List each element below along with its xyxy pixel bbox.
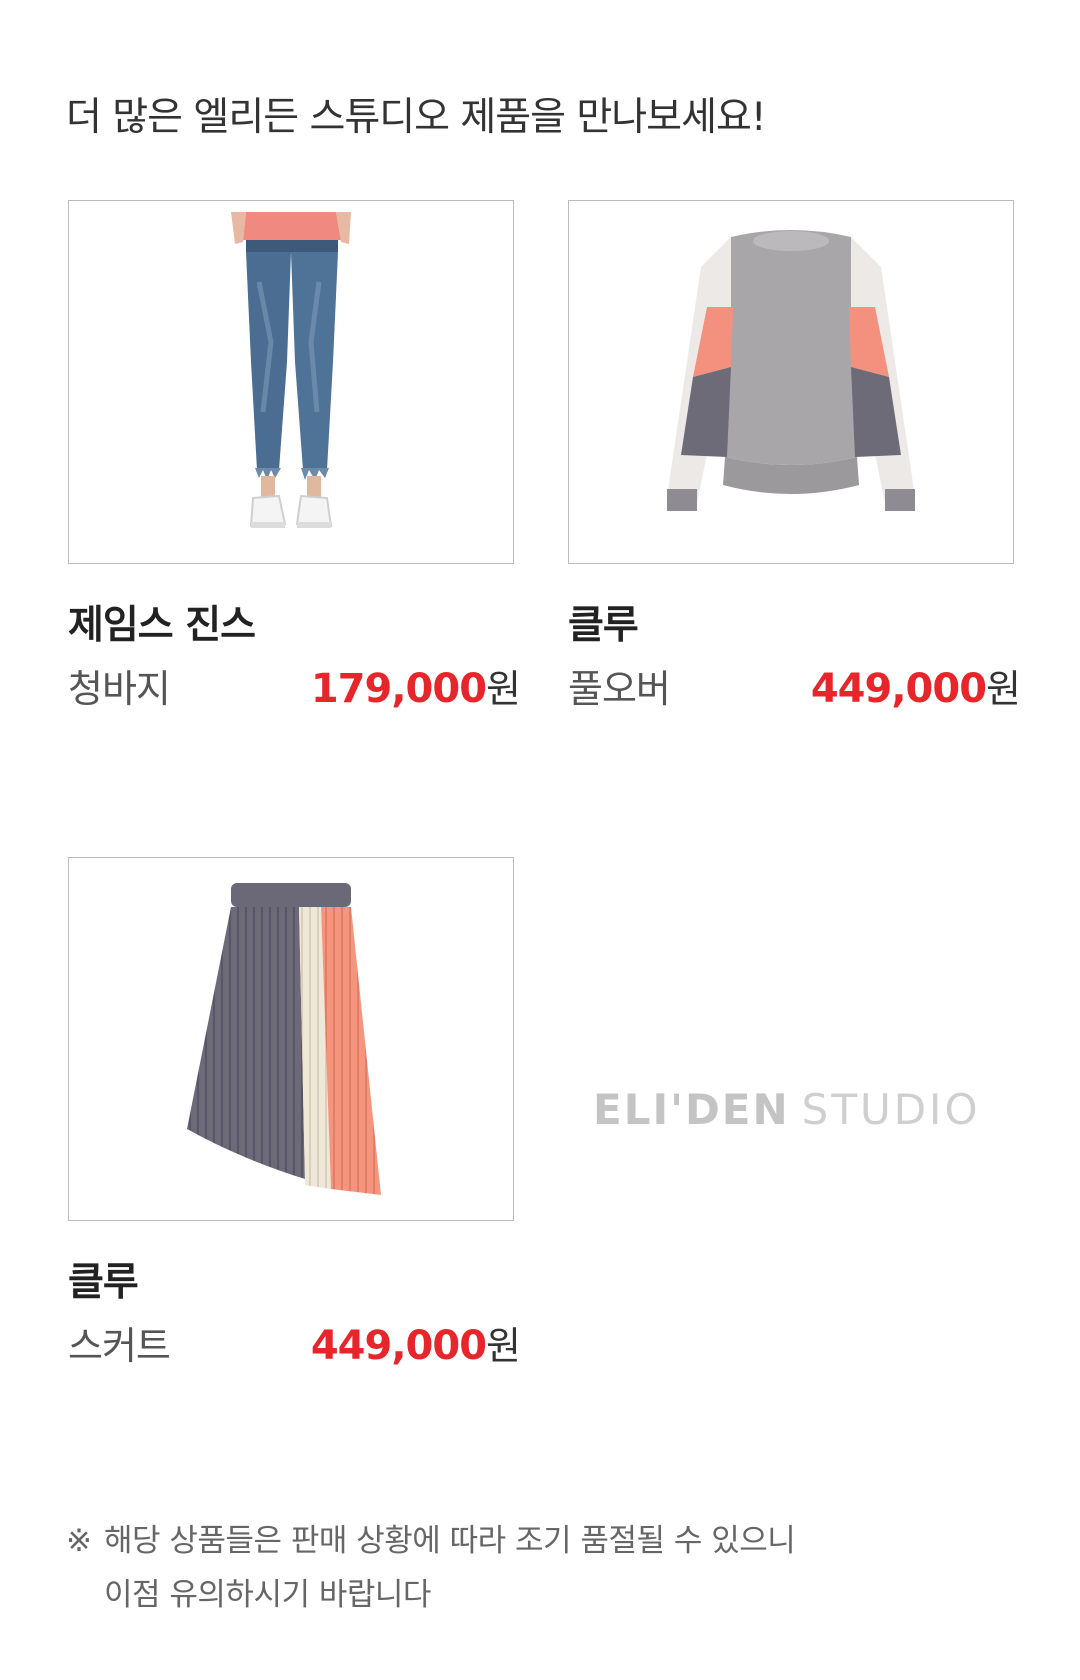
product-meta: 청바지 179,000원 bbox=[68, 658, 521, 713]
product-image-frame[interactable] bbox=[568, 200, 1014, 564]
price-currency: 원 bbox=[986, 667, 1021, 711]
product-meta: 스커트 449,000원 bbox=[68, 1315, 521, 1370]
product-recommendation-page: 더 많은 엘리든 스튜디오 제품을 만나보세요! 제임스 진스 청바지 179,… bbox=[0, 0, 1080, 1680]
product-category: 풀오버 bbox=[568, 667, 671, 711]
product-price: 449,000원 bbox=[810, 658, 1021, 713]
brand-logo: ELI'DEN STUDIO bbox=[593, 1085, 981, 1134]
product-price: 179,000원 bbox=[310, 658, 521, 713]
product-meta: 풀오버 449,000원 bbox=[568, 658, 1021, 713]
notice-indent bbox=[66, 1568, 104, 1622]
section-heading: 더 많은 엘리든 스튜디오 제품을 만나보세요! bbox=[66, 95, 766, 140]
notice-line: ※ 해당 상품들은 판매 상황에 따라 조기 품절될 수 있으니 bbox=[66, 1514, 796, 1568]
notice-line: 이점 유의하시기 바랍니다 bbox=[66, 1568, 795, 1622]
product-category: 스커트 bbox=[68, 1324, 171, 1368]
product-card[interactable]: 클루 스커트 449,000원 bbox=[68, 857, 521, 1370]
reference-mark-icon: ※ bbox=[66, 1523, 92, 1559]
product-card[interactable]: 클루 풀오버 449,000원 bbox=[568, 200, 1021, 713]
notice-text-line1: 해당 상품들은 판매 상황에 따라 조기 품절될 수 있으니 bbox=[104, 1523, 796, 1559]
price-currency: 원 bbox=[486, 667, 521, 711]
price-currency: 원 bbox=[486, 1324, 521, 1368]
pullover-image bbox=[667, 230, 915, 511]
product-category: 청바지 bbox=[68, 667, 171, 711]
price-value: 179,000 bbox=[310, 666, 487, 712]
price-value: 449,000 bbox=[810, 666, 987, 712]
product-name[interactable]: 클루 bbox=[568, 594, 1014, 650]
skirt-image bbox=[187, 883, 381, 1195]
notice-text-line2: 이점 유의하시기 바랍니다 bbox=[104, 1577, 431, 1613]
product-name[interactable]: 제임스 진스 bbox=[68, 594, 514, 650]
product-name[interactable]: 클루 bbox=[68, 1251, 514, 1307]
logo-sub-text: STUDIO bbox=[801, 1085, 981, 1134]
product-price: 449,000원 bbox=[310, 1315, 521, 1370]
product-image-frame[interactable] bbox=[68, 857, 514, 1221]
price-value: 449,000 bbox=[310, 1323, 487, 1369]
product-image-frame[interactable] bbox=[68, 200, 514, 564]
product-card[interactable]: 제임스 진스 청바지 179,000원 bbox=[68, 200, 521, 713]
jeans-image bbox=[231, 212, 351, 528]
stock-notice: ※ 해당 상품들은 판매 상황에 따라 조기 품절될 수 있으니 이점 유의하시… bbox=[66, 1514, 796, 1622]
logo-brand-text: ELI'DEN bbox=[593, 1085, 790, 1134]
